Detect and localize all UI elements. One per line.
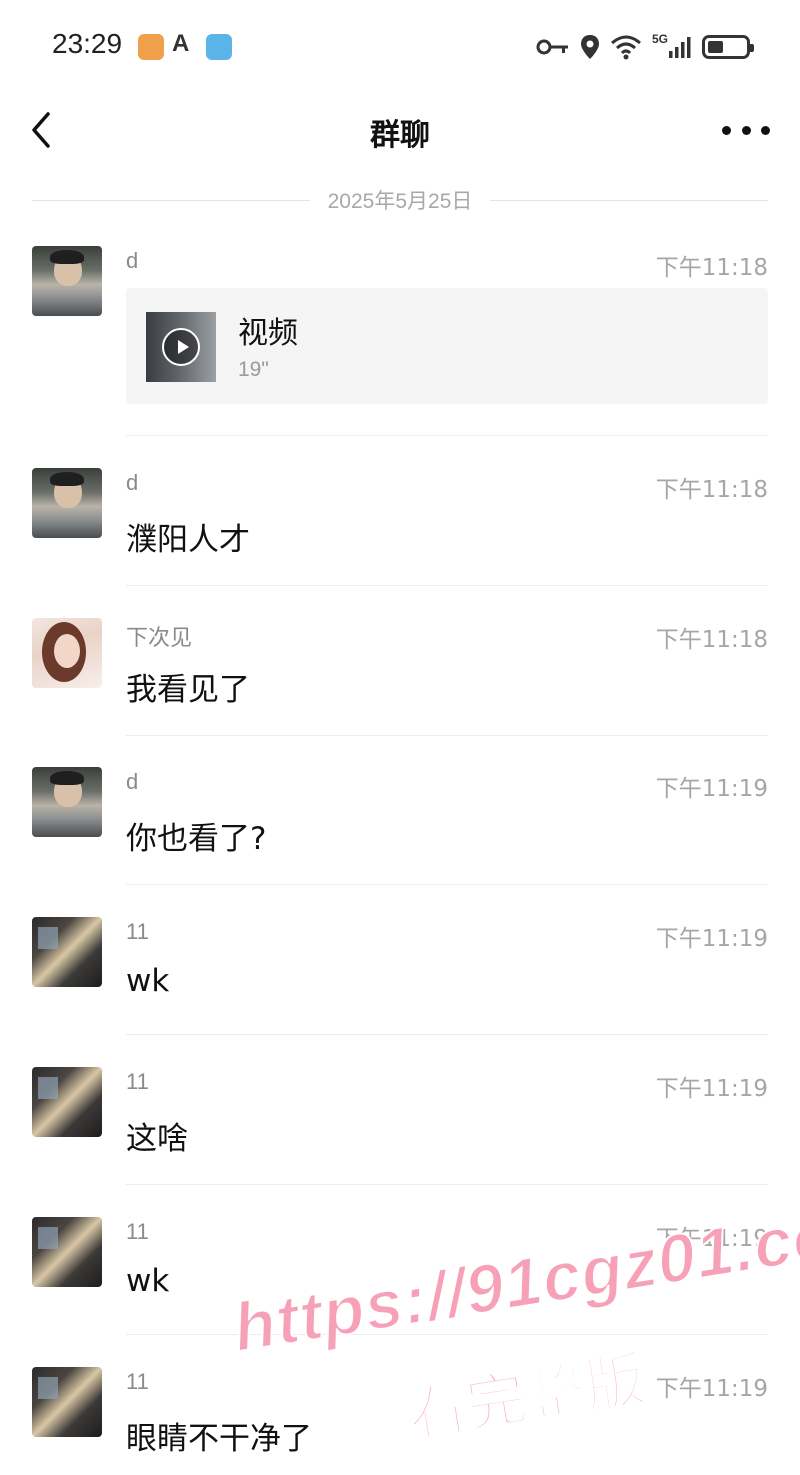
message-time: 下午11:18: [655, 255, 768, 281]
battery-icon: [702, 35, 754, 59]
separator-line: [490, 199, 769, 201]
message-time: 下午11:18: [655, 627, 768, 653]
video-duration: 19": [238, 358, 269, 381]
more-options-button[interactable]: [722, 110, 770, 150]
message-item: d 下午11:18 濮阳人才: [0, 466, 800, 586]
app-notification-icon: [138, 34, 164, 60]
avatar[interactable]: [32, 246, 102, 316]
avatar[interactable]: [32, 767, 102, 837]
message-item: 11 下午11:19 这啥: [0, 1065, 800, 1185]
app-a-icon: A: [172, 30, 190, 57]
play-icon: [162, 328, 200, 366]
message-divider: [126, 1034, 768, 1035]
message-divider: [126, 735, 768, 736]
message-text: 我看见了: [126, 672, 250, 708]
avatar[interactable]: [32, 1067, 102, 1137]
battery-level: [708, 41, 723, 53]
message-item: 下次见 下午11:18 我看见了: [0, 616, 800, 736]
video-thumbnail: [146, 312, 216, 382]
message-text: 你也看了?: [126, 821, 267, 857]
message-divider: [126, 435, 768, 436]
message-item: 11 下午11:19 wk: [0, 1215, 800, 1335]
sender-name: d: [126, 769, 139, 794]
message-time: 下午11:19: [655, 776, 768, 802]
wifi-icon: [611, 35, 641, 60]
message-divider: [126, 884, 768, 885]
message-item: d 下午11:19 你也看了?: [0, 765, 800, 885]
message-time: 下午11:19: [655, 1376, 768, 1402]
avatar[interactable]: [32, 1367, 102, 1437]
message-item: d 下午11:18 视频 19": [0, 244, 800, 437]
avatar[interactable]: [32, 917, 102, 987]
sender-name: d: [126, 470, 139, 495]
sender-name: 下次见: [126, 625, 193, 650]
message-text: 眼睛不干净了: [126, 1421, 312, 1457]
sender-name: 11: [126, 919, 149, 944]
key-icon: [536, 39, 568, 55]
video-title: 视频: [238, 316, 298, 351]
message-item: 11 下午11:19 眼睛不干净了: [0, 1365, 800, 1475]
separator-line: [32, 199, 310, 201]
date-separator: 2025年5月25日: [32, 184, 769, 216]
avatar[interactable]: [32, 1217, 102, 1287]
status-time: 23:29: [52, 28, 123, 59]
sender-name: d: [126, 248, 139, 273]
message-time: 下午11:18: [655, 477, 768, 503]
message-item: 11 下午11:19 wk: [0, 915, 800, 1035]
more-dot-icon: [741, 125, 751, 135]
date-label: 2025年5月25日: [327, 190, 473, 213]
message-divider: [126, 1184, 768, 1185]
avatar[interactable]: [32, 468, 102, 538]
page-title: 群聊: [370, 118, 430, 153]
message-divider: [126, 585, 768, 586]
sender-name: 11: [126, 1219, 149, 1244]
video-message-card[interactable]: 视频 19": [126, 288, 768, 404]
book-app-icon: [206, 34, 232, 60]
signal-icon: [669, 37, 691, 58]
more-dot-icon: [761, 125, 770, 135]
more-dot-icon: [722, 125, 731, 135]
message-time: 下午11:19: [655, 926, 768, 952]
avatar[interactable]: [32, 618, 102, 688]
message-text: 这啥: [126, 1121, 188, 1157]
nav-bar: 群聊: [0, 90, 800, 176]
message-text: 濮阳人才: [126, 522, 250, 558]
status-bar: 23:29 A 5G: [0, 0, 800, 90]
message-time: 下午11:19: [655, 1076, 768, 1102]
status-icons: 5G: [536, 30, 754, 64]
message-text: wk: [126, 963, 170, 999]
message-divider: [126, 1334, 768, 1335]
message-time: 下午11:19: [655, 1226, 768, 1252]
sender-name: 11: [126, 1369, 149, 1394]
message-text: wk: [126, 1263, 170, 1299]
sender-name: 11: [126, 1069, 149, 1094]
network-type-label: 5G: [651, 32, 668, 46]
location-icon: [580, 35, 599, 59]
